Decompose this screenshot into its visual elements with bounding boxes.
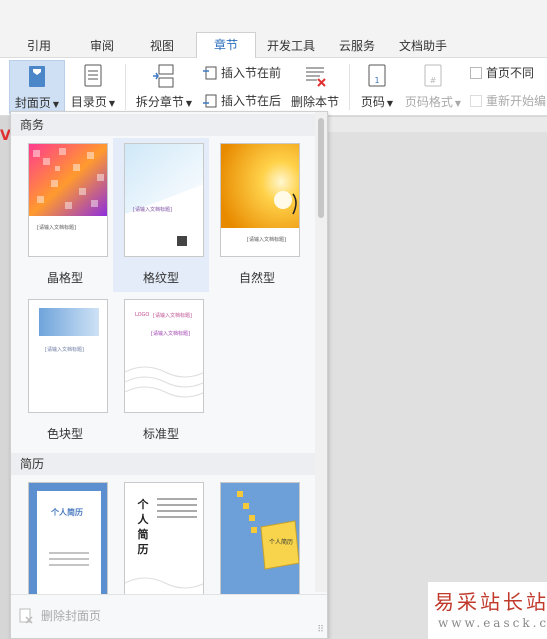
insert-after-icon: [203, 94, 217, 107]
section-ribbon: 封面页 ▼ 目录页 ▼ 拆分章节 ▼ 插入节在前 插入节在后 删除本节 1 页码…: [0, 58, 547, 116]
site-watermark: 易采站长站 www.easck.com: [428, 582, 547, 639]
tab-section[interactable]: 章节: [196, 32, 256, 59]
colorblock-thumbnail: [请输入文档标题]: [28, 299, 108, 413]
split-section-button[interactable]: 拆分章节 ▼: [133, 60, 195, 114]
gallery-footer: 删除封面页 ⠿: [11, 594, 327, 638]
first-page-different-label: 首页不同: [486, 66, 535, 80]
resume-bold-thumbnail: 个人简历: [124, 482, 204, 595]
standard-label: 标准型: [142, 427, 179, 441]
cover-page-gallery: 商务 [请输入文档标题] 晶格型 [请输入文档标题] 格纹型 [请输入文档标题]…: [10, 111, 328, 639]
plaid-pattern-image: [125, 144, 203, 246]
watermark-site-name: 易采站长站: [434, 590, 547, 614]
cover-template-resume-folder[interactable]: 个人简历: [209, 477, 305, 595]
insert-before-icon: [203, 66, 217, 79]
page-number-label: 页码: [360, 95, 385, 109]
plaid-label: 格纹型: [142, 271, 179, 285]
watermark-url: www.easck.com: [438, 616, 547, 630]
chevron-down-icon: ▼: [454, 99, 462, 108]
delete-section-label: 删除本节: [290, 95, 339, 109]
split-section-label: 拆分章节: [135, 95, 184, 109]
nature-label: 自然型: [238, 271, 275, 285]
checkbox-icon: [470, 66, 482, 79]
toc-page-label: 目录页: [70, 95, 107, 109]
plaid-thumbnail: [请输入文档标题]: [124, 143, 204, 257]
restart-numbering-checkbox: 重新开始编: [470, 92, 546, 109]
wave-lines-image: [125, 366, 203, 398]
cover-template-standard[interactable]: LOGO [请输入文档标题] [请输入文档标题] 标准型: [113, 294, 209, 448]
colorblock-title-text: [请输入文档标题]: [45, 347, 84, 353]
svg-text:#: #: [430, 76, 437, 85]
resize-grip-icon[interactable]: ⠿: [317, 625, 324, 635]
first-page-different-checkbox[interactable]: 首页不同: [470, 64, 534, 81]
business-section-heading: 商务: [11, 114, 315, 136]
standard-header-text: [请输入文档标题]: [153, 313, 192, 319]
cover-page-icon: [29, 66, 45, 87]
chevron-down-icon: ▼: [108, 99, 116, 108]
gallery-scrollbar[interactable]: [315, 112, 327, 592]
page-number-format-label: 页码格式: [404, 95, 453, 109]
svg-text:1: 1: [374, 76, 379, 85]
nature-title-text: [请输入文档标题]: [247, 237, 286, 243]
tab-doc-assistant[interactable]: 文档助手: [399, 37, 447, 54]
delete-cover-page-label: 删除封面页: [41, 609, 102, 623]
plaid-title-text: [请输入文档标题]: [133, 207, 172, 213]
resume-blue-thumbnail: 个人简历: [28, 482, 108, 595]
restart-numbering-label: 重新开始编: [486, 94, 547, 108]
insert-after-label: 插入节在后: [221, 94, 282, 108]
checkbox-icon: [470, 94, 482, 107]
cover-template-colorblock[interactable]: [请输入文档标题] 色块型: [17, 294, 113, 448]
ribbon-divider: [349, 64, 350, 110]
delete-page-icon: [19, 608, 33, 624]
document-canvas: [328, 117, 547, 639]
cover-template-plaid[interactable]: [请输入文档标题] 格纹型: [113, 138, 209, 292]
insert-section-after-button[interactable]: 插入节在后: [203, 92, 281, 109]
lattice-label: 晶格型: [46, 271, 83, 285]
tab-review[interactable]: 审阅: [90, 37, 114, 54]
tab-references[interactable]: 引用: [27, 37, 51, 54]
nature-thumbnail: [请输入文档标题]: [220, 143, 300, 257]
tab-view[interactable]: 视图: [150, 37, 174, 54]
insert-section-before-button[interactable]: 插入节在前: [203, 64, 281, 81]
lattice-title-text: [请输入文档标题]: [37, 225, 76, 231]
chevron-down-icon: ▼: [185, 99, 193, 108]
resume-folder-thumbnail: 个人简历: [220, 482, 300, 595]
cover-template-resume-blue[interactable]: 个人简历: [17, 477, 113, 595]
page-number-format-button: # 页码格式 ▼: [402, 60, 464, 114]
delete-section-icon: [306, 67, 326, 87]
ribbon-divider: [125, 64, 126, 110]
toc-page-icon: [84, 64, 102, 87]
lattice-thumbnail: [请输入文档标题]: [28, 143, 108, 257]
cover-page-label: 封面页: [14, 96, 51, 110]
chevron-down-icon: ▼: [52, 100, 60, 109]
ribbon-tab-bar: 引用 审阅 视图 章节 开发工具 云服务 文档助手: [0, 30, 547, 59]
page-number-button[interactable]: 1 页码 ▼: [356, 60, 398, 114]
page-number-icon: 1: [368, 64, 386, 87]
colorblock-label: 色块型: [46, 427, 83, 441]
toc-page-button[interactable]: 目录页 ▼: [67, 60, 119, 114]
tab-developer[interactable]: 开发工具: [267, 37, 315, 54]
insert-before-label: 插入节在前: [221, 66, 282, 80]
standard-title-text: [请输入文档标题]: [151, 331, 190, 337]
colorblock-image: [39, 308, 99, 336]
cover-page-button[interactable]: 封面页 ▼: [9, 60, 65, 114]
chevron-down-icon: ▼: [386, 99, 394, 108]
scrollbar-thumb[interactable]: [318, 118, 324, 218]
tab-cloud-service[interactable]: 云服务: [339, 37, 375, 54]
title-bar: [0, 0, 547, 30]
cover-template-resume-bold[interactable]: 个人简历: [113, 477, 209, 595]
delete-section-button[interactable]: 删除本节: [288, 60, 342, 114]
lattice-pattern-image: [29, 144, 107, 216]
split-section-icon: [153, 64, 174, 88]
delete-cover-page-button: 删除封面页: [19, 607, 101, 624]
standard-logo-text: LOGO: [135, 312, 150, 318]
resume-folder-title: 个人简历: [269, 539, 294, 546]
cover-template-lattice[interactable]: [请输入文档标题] 晶格型: [17, 138, 113, 292]
resume-bold-title: 个人简历: [137, 498, 149, 556]
cover-template-nature[interactable]: [请输入文档标题] 自然型: [209, 138, 305, 292]
resume-blue-title: 个人简历: [51, 508, 83, 517]
page-number-format-icon: #: [424, 64, 442, 87]
resume-blue-image: [29, 483, 107, 594]
standard-thumbnail: LOGO [请输入文档标题] [请输入文档标题]: [124, 299, 204, 413]
resume-section-heading: 简历: [11, 453, 315, 475]
